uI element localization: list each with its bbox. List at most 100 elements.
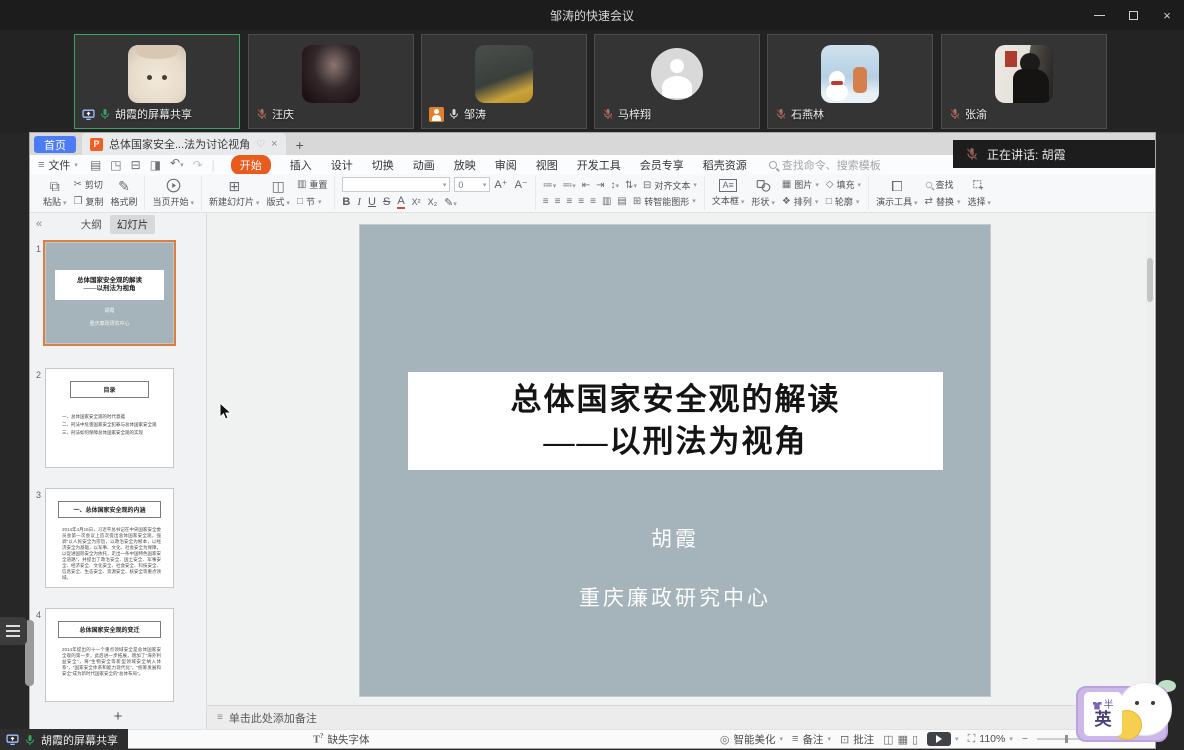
find-button[interactable]: 查找 (925, 178, 961, 191)
save-icon[interactable]: ▤ (90, 159, 101, 171)
print-icon[interactable]: ⊟ (131, 159, 141, 171)
new-slide-button[interactable]: ⊞新建幻灯片 ▾ (209, 179, 259, 208)
shapes-button[interactable]: 形状 ▾ (751, 178, 774, 208)
italic-button[interactable]: I (357, 196, 361, 208)
minimize-button[interactable] (1082, 0, 1116, 30)
slide-thumbnail-2[interactable]: 2 目录 一、总体国家安全观的时代意蕴 二、刑法中危害国家安全犯罪与总体国家安全… (45, 368, 174, 468)
arrange-button[interactable]: ❖排列▾ (782, 195, 819, 208)
slides-tab[interactable]: 幻灯片 (110, 215, 156, 234)
decrease-indent-icon[interactable]: ⇤ (582, 180, 590, 191)
current-slide[interactable]: 总体国家安全观的解读 ——以刑法为视角 胡霞 重庆廉政研究中心 (360, 225, 990, 696)
home-tab[interactable]: 首页 (34, 136, 76, 153)
picture-button[interactable]: ▦图片▾ (782, 178, 819, 191)
numbered-list-icon[interactable]: ≕▾ (562, 180, 576, 191)
close-tab-icon[interactable]: × (271, 138, 277, 150)
tab-transition[interactable]: 切换 (372, 157, 394, 173)
strikethrough-button[interactable]: S (383, 196, 390, 208)
missing-font-indicator[interactable]: T? 缺失字体 (313, 732, 370, 747)
format-painter-button[interactable]: ✎格式刷 (110, 179, 137, 208)
section-button[interactable]: □节▾ (297, 195, 327, 208)
zoom-out-button[interactable]: − (1022, 733, 1028, 745)
font-color-button[interactable]: A (397, 195, 404, 209)
tab-devtools[interactable]: 开发工具 (577, 157, 621, 173)
textbox-button[interactable]: A≡文本框 ▾ (712, 179, 744, 207)
underline-button[interactable]: U (368, 196, 376, 208)
tab-design[interactable]: 设计 (331, 157, 353, 173)
align-text-button[interactable]: ⊟对齐文本▾ (643, 179, 697, 192)
video-tile-mazixiang[interactable]: 马梓翔 (594, 34, 760, 129)
slide-sorter-icon[interactable]: ▦ (898, 733, 908, 746)
align-center-icon[interactable]: ≡ (555, 196, 561, 207)
align-right-icon[interactable]: ≡ (566, 196, 572, 207)
tab-home[interactable]: 开始 (231, 155, 271, 175)
superscript-button[interactable]: X² (412, 197, 421, 207)
cut-button[interactable]: ✂剪切 (73, 178, 103, 191)
play-from-current-button[interactable]: 当页开始 ▾ (152, 178, 193, 208)
video-tile-huxia-share[interactable]: 胡霞的屏幕共享 (74, 34, 240, 129)
maximize-button[interactable] (1116, 0, 1150, 30)
preview-icon[interactable]: ◨ (150, 159, 161, 171)
tab-review[interactable]: 审阅 (495, 157, 517, 173)
font-name-select[interactable]: ▾ (342, 177, 450, 192)
align-left-icon[interactable]: ≡ (543, 196, 549, 207)
slide-thumbnail-3[interactable]: 3 一、总体国家安全观的内涵 2014年4月15日，习近平总书记在中央国家安全委… (45, 488, 174, 588)
ime-sticker[interactable]: 半 英 (1074, 680, 1184, 746)
font-size-select[interactable]: 0▾ (454, 177, 490, 192)
document-tab[interactable]: P 总体国家安全...法为讨论视角 ♡ × (82, 133, 286, 155)
copy-button[interactable]: ❐复制 (73, 195, 103, 208)
video-tile-zoutao[interactable]: 邹涛 (421, 34, 587, 129)
smart-beautify-button[interactable]: ◎智能美化▾ (720, 732, 783, 747)
presentation-tools-button[interactable]: ⧠演示工具 ▾ (876, 179, 917, 208)
notes-bar[interactable]: ≡ 单击此处添加备注 (207, 705, 1155, 729)
increase-indent-icon[interactable]: ⇥ (596, 180, 604, 191)
outline-tab[interactable]: 大纲 (81, 217, 102, 232)
scrollbar-thumb[interactable] (1147, 258, 1153, 302)
line-spacing-icon[interactable]: ↕▾ (611, 180, 620, 191)
justify-icon[interactable]: ≡ (578, 196, 584, 207)
slide-thumbnail-4[interactable]: 4 总体国家安全观的变迁 2014年提出的十一个重点领域安全是总体国家安全观的第… (45, 608, 174, 702)
video-tile-shiyanlin[interactable]: 石燕林 (767, 34, 933, 129)
export-icon[interactable]: ◳ (110, 159, 121, 171)
layout-button[interactable]: ◫版式 ▾ (266, 179, 289, 208)
fit-slide-icon[interactable]: ⛶ (968, 733, 976, 746)
command-search[interactable]: 查找命令、搜索模板 (769, 157, 881, 173)
close-button[interactable]: × (1150, 0, 1184, 30)
share-status-pill[interactable]: 胡霞的屏幕共享 (0, 729, 128, 750)
distribute-icon[interactable]: ≡ (590, 196, 596, 207)
decrease-font-icon[interactable]: A⁻ (515, 178, 528, 191)
zoom-control[interactable]: ⛶ 110%▾ (968, 733, 1013, 746)
undo-icon[interactable]: ↶▾ (170, 157, 184, 172)
tab-slideshow[interactable]: 放映 (454, 157, 476, 173)
redo-icon[interactable]: ↷ (193, 159, 203, 171)
slideshow-play-button[interactable] (927, 732, 951, 746)
increase-font-icon[interactable]: A⁺ (494, 178, 507, 191)
tab-animation[interactable]: 动画 (413, 157, 435, 173)
slide-title-block[interactable]: 总体国家安全观的解读 ——以刑法为视角 (408, 372, 943, 470)
bold-button[interactable]: B (342, 196, 350, 208)
slide-thumbnail-1[interactable]: 1 总体国家安全观的解读 ——以刑法为视角 胡霞 重庆廉政研究中心 (45, 242, 174, 344)
text-direction-icon[interactable]: ▤ (617, 196, 626, 207)
new-tab-button[interactable]: + (296, 138, 304, 152)
select-button[interactable]: 选择 ▾ (967, 179, 990, 208)
zoom-slider-thumb[interactable] (1065, 735, 1068, 743)
replace-button[interactable]: ⇄替换▾ (925, 195, 961, 208)
member-panel-toggle[interactable] (0, 617, 27, 645)
bullet-list-icon[interactable]: ≔▾ (543, 180, 557, 191)
collapse-panel-button[interactable]: « (36, 218, 42, 230)
note-button[interactable]: ≡备注▾ (792, 732, 831, 747)
video-tile-wangqing[interactable]: 汪庆 (248, 34, 414, 129)
tab-member[interactable]: 会员专享 (640, 157, 684, 173)
add-slide-button[interactable]: + (30, 708, 206, 725)
vertical-scrollbar[interactable] (1146, 213, 1154, 705)
reset-button[interactable]: ▥重置 (297, 178, 327, 191)
tab-insert[interactable]: 插入 (290, 157, 312, 173)
fill-button[interactable]: ◇填充▾ (826, 178, 861, 191)
reading-view-icon[interactable]: ▯ (912, 733, 918, 746)
ime-mode-label[interactable]: 半 英 (1084, 692, 1122, 736)
subscript-button[interactable]: X₂ (428, 197, 438, 207)
video-tile-zhangyu[interactable]: 张渝 (941, 34, 1107, 129)
columns-icon[interactable]: ▥ (602, 196, 611, 207)
smart-graphic-button[interactable]: ⊞转智能图形▾ (633, 195, 696, 208)
play-options-caret[interactable]: ▾ (955, 735, 959, 743)
comment-button[interactable]: ⊡批注 (840, 732, 874, 747)
